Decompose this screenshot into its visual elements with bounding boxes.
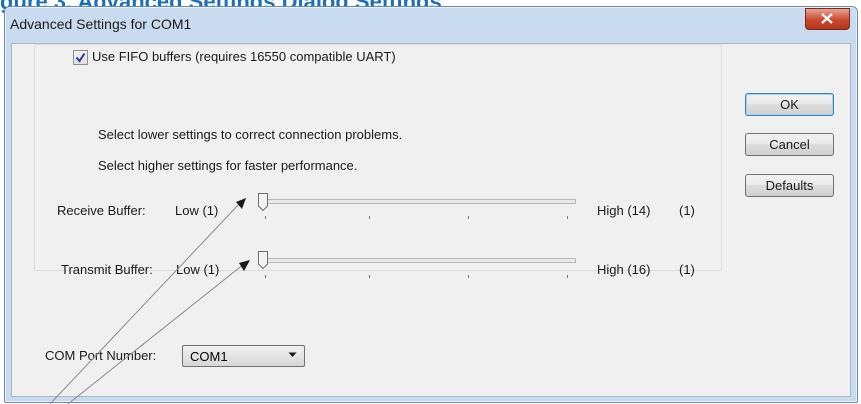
info-text-higher: Select higher settings for faster perfor… [98,158,358,173]
slider-tick [369,275,370,278]
receive-buffer-low-label: Low (1) [175,203,219,218]
com-port-label: COM Port Number: [45,348,157,363]
slider-tick [468,275,469,278]
window-title: Advanced Settings for COM1 [10,16,192,32]
ok-button[interactable]: OK [745,93,834,116]
transmit-buffer-thumb[interactable] [258,251,268,269]
fifo-checkbox-label[interactable]: Use FIFO buffers (requires 16550 compati… [92,49,396,64]
receive-buffer-high-label: High (14) [597,203,651,218]
info-text-lower: Select lower settings to correct connect… [98,127,403,142]
slider-tick [468,216,469,219]
defaults-button[interactable]: Defaults [745,174,834,197]
transmit-buffer-low-label: Low (1) [176,262,220,277]
close-icon [821,13,833,24]
cancel-button[interactable]: Cancel [745,133,834,156]
transmit-buffer-high-label: High (16) [597,262,651,277]
receive-buffer-thumb[interactable] [258,193,268,211]
receive-buffer-value: (1) [679,203,695,218]
fifo-checkbox[interactable] [73,50,88,65]
slider-tick [567,216,568,219]
transmit-buffer-value: (1) [679,262,695,277]
transmit-buffer-track[interactable] [260,258,576,263]
slider-tick [567,275,568,278]
chevron-down-icon [288,352,297,357]
title-bar[interactable]: Advanced Settings for COM1 [5,7,857,43]
transmit-buffer-label: Transmit Buffer: [61,262,153,277]
checkmark-icon [75,52,86,63]
com-port-dropdown[interactable]: COM1 [182,345,305,367]
receive-buffer-label: Receive Buffer: [57,203,146,218]
slider-tick [265,216,266,219]
receive-buffer-track[interactable] [260,199,576,204]
close-button[interactable] [805,8,850,30]
slider-tick [265,275,266,278]
com-port-selected-value: COM1 [190,349,228,364]
slider-tick [369,216,370,219]
